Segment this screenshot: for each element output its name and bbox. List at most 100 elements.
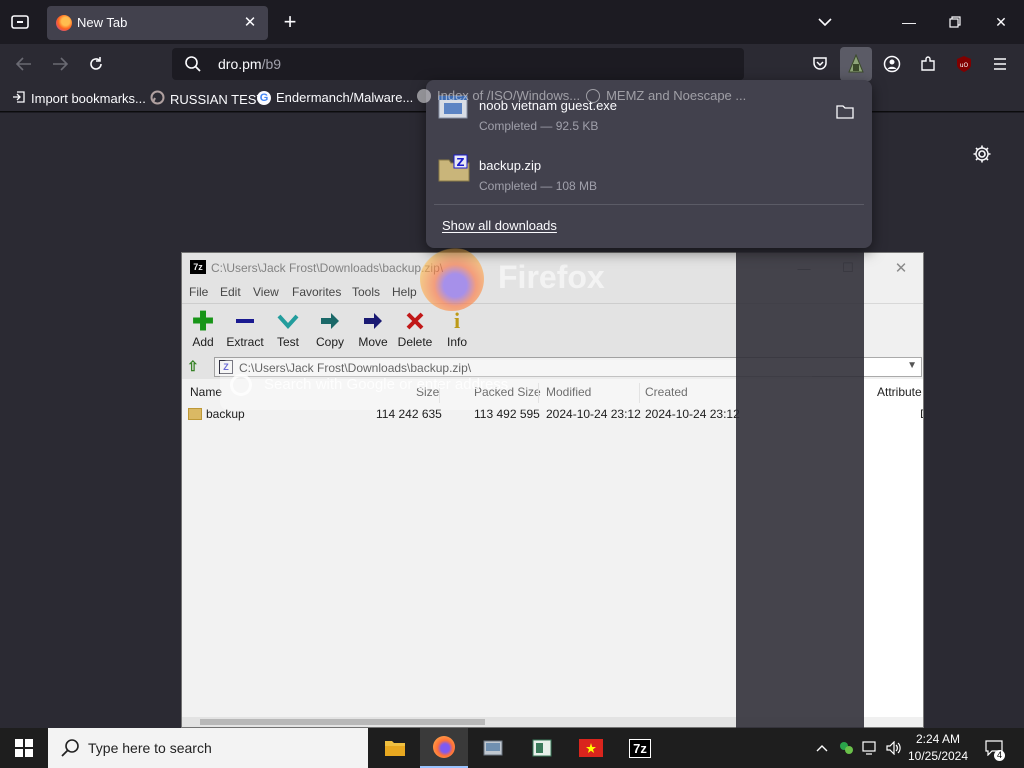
bookmark-label[interactable]: Index of /ISO/Windows... xyxy=(437,88,580,103)
tab-bar: New Tab ✕ + — ✕ xyxy=(0,0,1024,44)
vietnam-flag-taskbar-icon[interactable] xyxy=(567,728,615,768)
google-icon xyxy=(230,374,252,396)
copy-button[interactable]: Copy xyxy=(306,308,354,354)
globe-icon xyxy=(150,90,165,108)
downloads-icon[interactable] xyxy=(840,47,872,81)
svg-text:uO: uO xyxy=(960,62,969,69)
7zip-taskbar-icon[interactable]: 7z xyxy=(616,728,664,768)
file-explorer-taskbar-icon[interactable] xyxy=(371,728,419,768)
menu-favorites[interactable]: Favorites xyxy=(292,285,341,299)
account-icon[interactable] xyxy=(882,54,902,74)
zip-file-icon: Z xyxy=(438,154,470,184)
info-icon: i xyxy=(453,308,461,333)
menu-tools[interactable]: Tools xyxy=(352,285,380,299)
newtab-search-box[interactable]: Search with Google or enter address xyxy=(220,360,812,410)
url-text[interactable]: dro.pm/b9 xyxy=(218,56,281,72)
firefox-logo-icon xyxy=(433,736,455,758)
tab-close-icon[interactable]: ✕ xyxy=(240,12,260,32)
7zip-app-icon: 7z xyxy=(190,260,206,274)
bookmark-label: Endermanch/Malware... xyxy=(276,90,414,105)
bookmark-import[interactable]: Import bookmarks... xyxy=(12,90,146,107)
google-icon: G xyxy=(257,90,271,105)
info-label: Info xyxy=(446,335,467,349)
taskbar-search-box[interactable]: Type here to search xyxy=(48,728,368,768)
show-all-downloads-link[interactable]: Show all downloads xyxy=(442,218,557,233)
firefox-logo-icon xyxy=(420,247,484,311)
bookmark-russian-test[interactable]: RUSSIAN TEST xyxy=(150,90,264,108)
test-label: Test xyxy=(276,335,299,349)
bookmark-label[interactable]: MEMZ and Noescape ... xyxy=(606,88,746,103)
chevron-down-icon[interactable]: ▼ xyxy=(907,360,917,371)
folder-icon[interactable] xyxy=(836,104,854,120)
start-button[interactable] xyxy=(0,728,48,768)
extract-button[interactable]: Extract xyxy=(221,308,269,354)
new-tab-button[interactable]: + xyxy=(279,9,301,34)
forward-icon[interactable] xyxy=(50,54,70,74)
menu-file[interactable]: File xyxy=(189,285,208,299)
bookmark-label: Import bookmarks... xyxy=(31,91,146,106)
delete-label: Delete xyxy=(397,335,433,349)
firefox-wordmark: Firefox xyxy=(420,247,720,311)
clock-time: 2:24 AM xyxy=(915,732,961,746)
download-status: Completed — 108 MB xyxy=(479,179,598,193)
up-folder-icon[interactable]: ⇧ xyxy=(187,358,205,376)
7zip-title: C:\Users\Jack Frost\Downloads\backup.zip… xyxy=(211,261,444,275)
taskbar: Type here to search 7z 2:24 AM 10/25/202… xyxy=(0,728,1024,768)
7zip-close-button[interactable]: ✕ xyxy=(891,259,911,277)
back-icon[interactable] xyxy=(14,54,34,74)
delete-icon xyxy=(403,310,427,332)
firefox-logo-icon xyxy=(56,15,72,31)
extract-icon xyxy=(233,310,257,332)
column-attributes[interactable]: Attribute xyxy=(877,385,922,399)
reload-icon[interactable] xyxy=(86,54,106,74)
newtab-search-placeholder: Search with Google or enter address xyxy=(264,376,509,393)
add-button[interactable]: ✚ Add xyxy=(179,308,227,354)
globe-icon xyxy=(586,88,601,103)
app-taskbar-icon[interactable] xyxy=(518,728,566,768)
extract-label: Extract xyxy=(226,335,264,349)
download-item[interactable]: Z backup.zip Completed — 108 MB xyxy=(434,144,864,200)
divider xyxy=(434,204,864,205)
test-icon xyxy=(276,310,300,332)
move-button[interactable]: Move xyxy=(349,308,397,354)
menu-edit[interactable]: Edit xyxy=(220,285,241,299)
menu-icon[interactable] xyxy=(990,54,1010,74)
tab-title: New Tab xyxy=(77,15,128,30)
firefox-taskbar-icon[interactable] xyxy=(420,728,468,768)
info-button[interactable]: i Info xyxy=(433,308,481,354)
pocket-icon[interactable] xyxy=(810,54,830,74)
folder-icon xyxy=(188,408,202,420)
restore-button[interactable] xyxy=(941,8,969,36)
firefox-view-icon[interactable] xyxy=(10,12,30,32)
extensions-icon[interactable] xyxy=(918,54,938,74)
taskbar-clock[interactable]: 2:24 AM 10/25/2024 xyxy=(906,731,970,765)
cell-attributes: D xyxy=(920,407,923,421)
download-name: backup.zip xyxy=(479,158,542,173)
ublock-origin-icon[interactable]: uO xyxy=(954,54,974,74)
close-button[interactable]: ✕ xyxy=(987,8,1015,36)
import-icon xyxy=(12,90,26,107)
app-taskbar-icon[interactable] xyxy=(469,728,517,768)
network-icon[interactable] xyxy=(860,728,882,768)
volume-icon[interactable] xyxy=(884,728,904,768)
delete-button[interactable]: Delete xyxy=(391,308,439,354)
settings-gear-icon[interactable] xyxy=(972,144,994,166)
firefox-wordmark-text: Firefox xyxy=(498,259,605,295)
show-hidden-icons-chevron[interactable] xyxy=(813,728,831,768)
url-bar[interactable]: dro.pm/b9 xyxy=(172,48,744,80)
test-button[interactable]: Test xyxy=(264,308,312,354)
tab-new-tab[interactable]: New Tab ✕ xyxy=(47,6,268,40)
7zip-app-icon: 7z xyxy=(629,738,651,758)
menu-help[interactable]: Help xyxy=(392,285,417,299)
column-name[interactable]: Name xyxy=(190,385,222,399)
url-path: /b9 xyxy=(261,56,282,72)
notification-center-icon[interactable]: 4 xyxy=(980,728,1008,768)
menu-view[interactable]: View xyxy=(253,285,279,299)
taskbar-search-placeholder: Type here to search xyxy=(88,740,212,756)
tray-app-icon[interactable] xyxy=(836,728,856,768)
list-all-tabs-icon[interactable] xyxy=(815,12,835,32)
bookmark-endermanch[interactable]: G Endermanch/Malware... xyxy=(257,90,413,105)
minimize-button[interactable]: — xyxy=(895,8,923,36)
google-icon xyxy=(417,88,431,103)
scrollbar-thumb[interactable] xyxy=(200,719,485,725)
